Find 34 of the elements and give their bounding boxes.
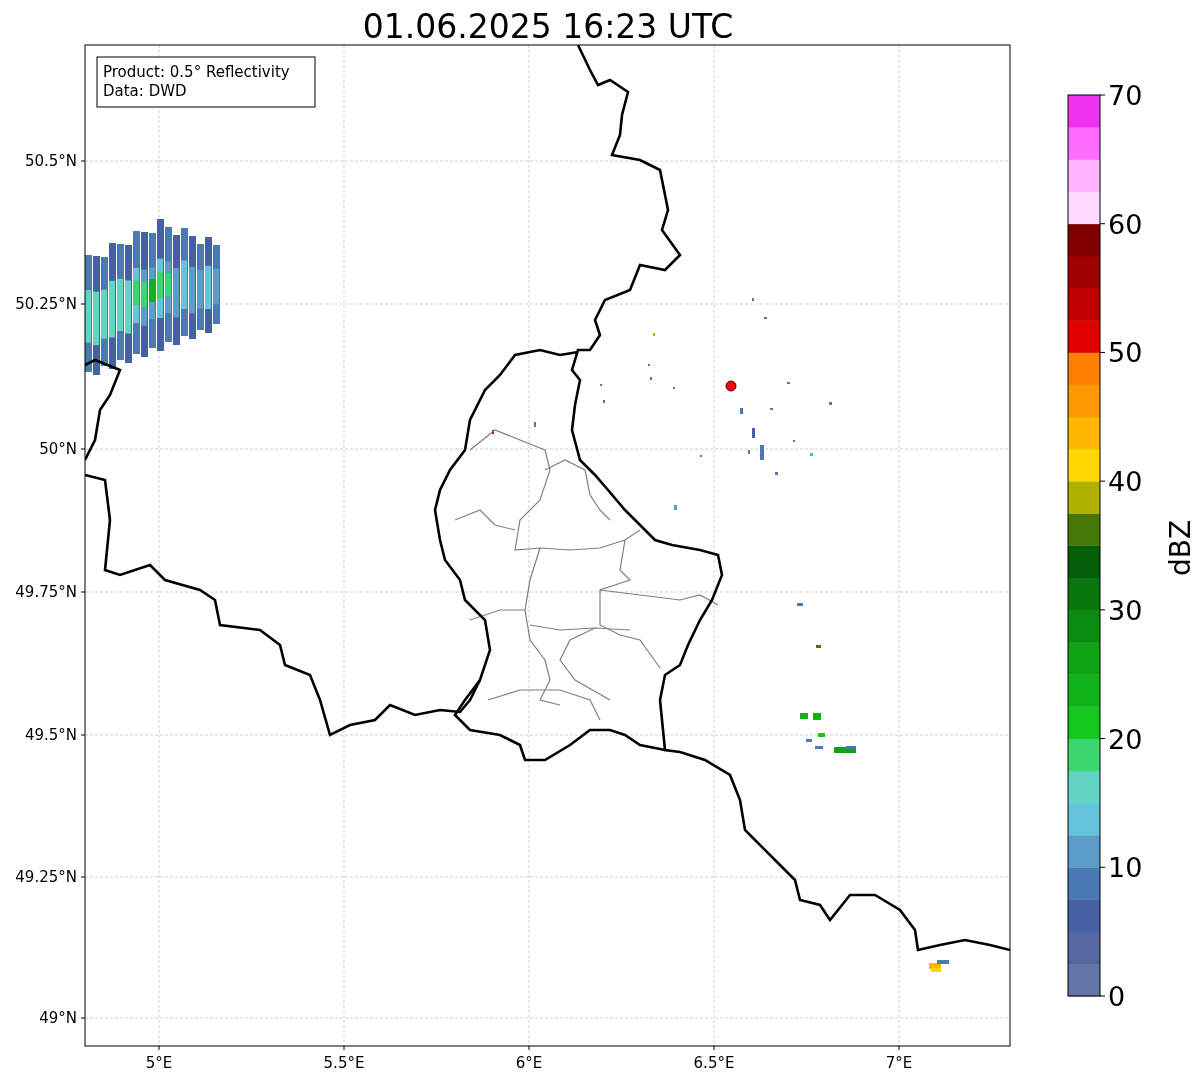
axis-tick-label: 7°E	[885, 1054, 913, 1072]
radar-echo	[674, 505, 677, 510]
radar-echo	[797, 603, 803, 606]
info-text: Data: DWD	[103, 82, 187, 100]
radar-echo	[752, 428, 755, 438]
colorbar-tick-label: 50	[1108, 337, 1143, 369]
radar-echo	[816, 645, 821, 648]
axis-tick-label: 5.5°E	[323, 1054, 365, 1072]
axis-tick-label: 49.25°N	[15, 868, 77, 886]
radar-echo	[829, 402, 832, 405]
colorbar-tick-label: 40	[1108, 466, 1143, 498]
colorbar-tick-label: 10	[1108, 852, 1143, 884]
info-text: Product: 0.5° Reflectivity	[103, 63, 290, 81]
axis-tick-label: 6.5°E	[693, 1054, 735, 1072]
colorbar-tick-label: 30	[1108, 594, 1143, 626]
radar-echo	[740, 408, 743, 414]
chart-title: 01.06.2025 16:23 UTC	[362, 7, 734, 46]
radar-site-marker	[725, 380, 737, 392]
axis-tick-label: 50°N	[39, 440, 77, 458]
radar-echo	[775, 472, 778, 475]
axis-tick-label: 49°N	[39, 1009, 77, 1027]
axis-tick-label: 49.5°N	[24, 726, 77, 744]
axis-tick-label: 50.5°N	[24, 152, 77, 170]
axis-tick-label: 49.75°N	[15, 583, 77, 601]
axis-tick-label: 50.25°N	[15, 295, 77, 313]
colorbar-tick-label: 60	[1108, 208, 1143, 240]
radar-echo	[760, 445, 764, 460]
axis-tick-label: 5°E	[145, 1054, 173, 1072]
colorbar-label: dBZ	[1164, 519, 1197, 577]
colorbar-tick-label: 0	[1108, 981, 1126, 1012]
radar-echo	[810, 453, 813, 456]
colorbar-tick-label: 70	[1108, 80, 1143, 111]
colorbar-tick-label: 20	[1108, 723, 1143, 755]
axis-tick-label: 6°E	[515, 1054, 543, 1072]
